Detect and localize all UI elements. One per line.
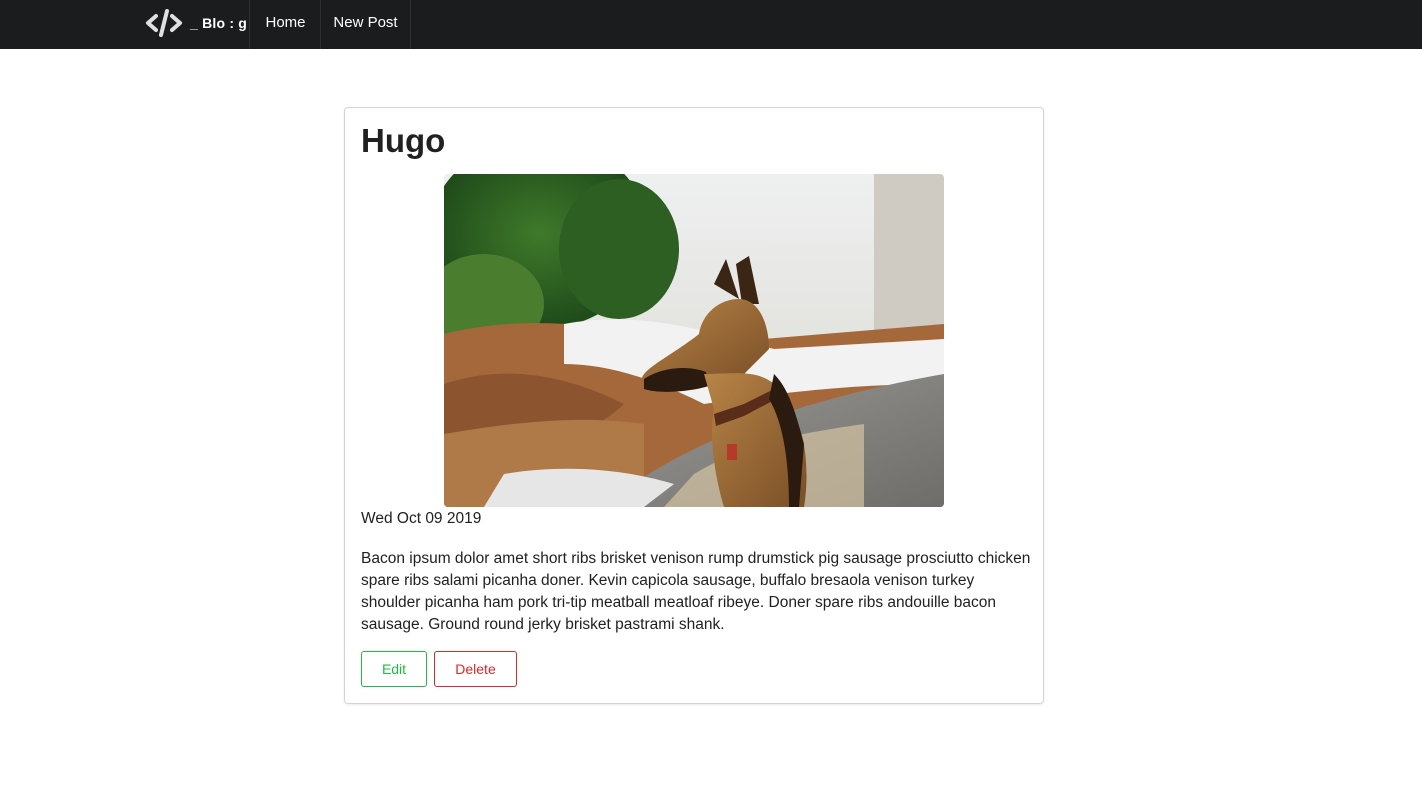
nav-home-link[interactable]: Home — [251, 0, 321, 49]
nav-new-post-link[interactable]: New Post — [321, 0, 411, 49]
brand-logo[interactable]: _ Blo : g — [131, 0, 250, 49]
post-date: Wed Oct 09 2019 — [361, 510, 482, 527]
brand-name: _ Blo : g — [190, 15, 248, 31]
post-title: Hugo — [361, 122, 446, 159]
edit-button[interactable]: Edit — [361, 651, 427, 687]
post-body: Bacon ipsum dolor amet short ribs briske… — [361, 550, 1031, 633]
post-image — [444, 174, 944, 507]
top-navbar: _ Blo : g Home New Post — [0, 0, 1422, 49]
code-icon — [145, 8, 183, 38]
delete-button[interactable]: Delete — [434, 651, 517, 687]
post-card: Hugo Wed Oct 09 2019 Bacon ipsum dolor a… — [344, 107, 1044, 704]
